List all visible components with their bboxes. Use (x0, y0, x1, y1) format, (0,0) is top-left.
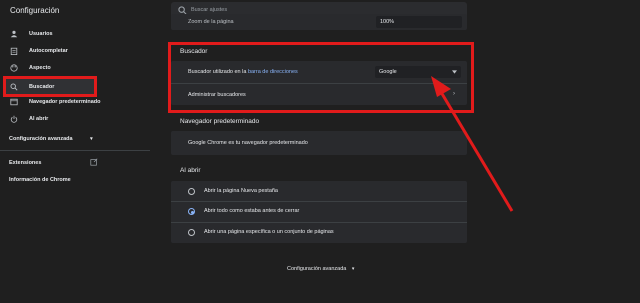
annotation-arrow-icon (431, 76, 514, 212)
